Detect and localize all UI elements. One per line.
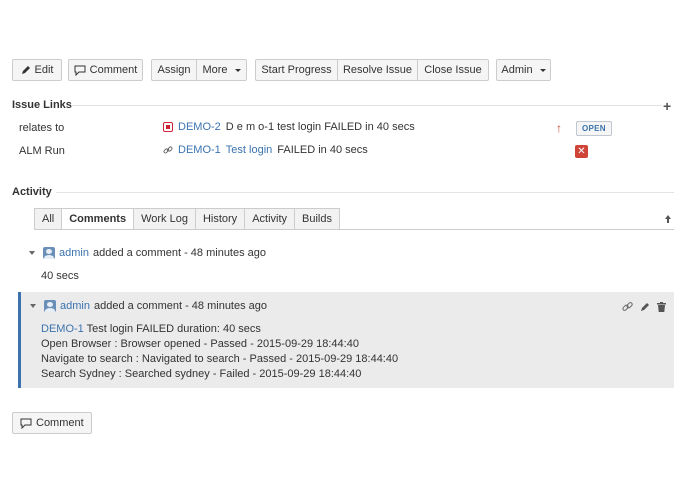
link-type: ALM Run [19, 145, 65, 157]
pencil-icon [21, 66, 30, 74]
comment-label: Comment [89, 64, 138, 76]
sort-order-icon[interactable] [664, 214, 672, 224]
more-label: More [202, 64, 228, 76]
comment-item: admin added a comment - 48 minutes ago 4… [20, 240, 674, 290]
comment-line: Search Sydney : Searched sydney - Failed… [41, 368, 362, 380]
failed-status-icon: ✕ [575, 145, 588, 158]
issue-key-link[interactable]: DEMO-1 [41, 323, 84, 335]
issue-summary: D e m o-1 test login FAILED in 40 secs [225, 121, 415, 133]
comment-body: 40 secs [41, 269, 79, 284]
close-issue-button[interactable]: Close Issue [417, 59, 489, 81]
issue-key-link[interactable]: DEMO-2 [178, 121, 221, 133]
comment-author-link[interactable]: admin [59, 247, 89, 259]
comment-item-focused: admin added a comment - 48 minutes ago D… [18, 292, 674, 388]
comment-header: admin added a comment - 48 minutes ago [30, 300, 267, 312]
collapse-chevron-icon[interactable] [30, 304, 36, 308]
edit-label: Edit [34, 64, 54, 76]
issue-link-row: relates to DEMO-2 D e m o-1 test login F… [0, 118, 695, 140]
add-link-icon[interactable]: + [663, 98, 671, 114]
comment-line: Open Browser : Browser opened - Passed -… [41, 338, 359, 350]
comment-label: Comment [36, 417, 84, 429]
activity-tabs: All Comments Work Log History Activity B… [34, 208, 340, 230]
tab-history[interactable]: History [195, 208, 246, 230]
tab-activity[interactable]: Activity [245, 208, 296, 230]
trash-icon[interactable] [657, 301, 666, 312]
comment-icon [74, 65, 86, 76]
tabs-divider [34, 229, 674, 230]
start-progress-label: Start Progress [261, 64, 332, 76]
bug-icon [163, 122, 173, 132]
avatar [43, 247, 55, 259]
tab-builds[interactable]: Builds [295, 208, 340, 230]
permalink-icon[interactable] [622, 301, 633, 312]
add-comment-button[interactable]: Comment [12, 412, 92, 434]
edit-button[interactable]: Edit [12, 59, 62, 81]
issue-summary: FAILED in 40 secs [277, 144, 368, 156]
comment-line: DEMO-1 Test login FAILED duration: 40 se… [41, 322, 398, 337]
comment-line: Navigate to search : Navigated to search… [41, 353, 399, 365]
tab-work-log[interactable]: Work Log [134, 208, 196, 230]
status-lozenge: OPEN [576, 121, 612, 136]
comment-meta: added a comment - 48 minutes ago [93, 300, 268, 312]
issue-summary-link[interactable]: Test login [226, 144, 272, 156]
linked-issue: DEMO-2 D e m o-1 test login FAILED in 40… [163, 121, 415, 133]
comment-line: 40 secs [41, 270, 79, 282]
assign-label: Assign [157, 64, 191, 76]
caret-down-icon [234, 68, 241, 72]
more-dropdown[interactable]: More [196, 59, 247, 81]
comment-actions [622, 301, 666, 312]
issue-links-heading: Issue Links [12, 99, 72, 111]
link-type: relates to [19, 122, 65, 134]
admin-label: Admin [501, 64, 533, 76]
tab-all[interactable]: All [34, 208, 63, 230]
comment-body: DEMO-1 Test login FAILED duration: 40 se… [41, 322, 398, 382]
resolve-issue-label: Resolve Issue [342, 64, 413, 76]
comment-author-link[interactable]: admin [60, 300, 90, 312]
issue-key-link[interactable]: DEMO-1 [178, 144, 221, 156]
comment-icon [20, 418, 32, 429]
section-divider [72, 105, 662, 106]
resolve-issue-button[interactable]: Resolve Issue [337, 59, 418, 81]
admin-dropdown[interactable]: Admin [496, 59, 551, 81]
avatar [44, 300, 56, 312]
issue-link-row: ALM Run DEMO-1 Test login FAILED in 40 s… [0, 141, 695, 163]
chain-link-icon [163, 146, 173, 154]
tab-comments[interactable]: Comments [62, 208, 135, 230]
activity-heading: Activity [12, 186, 52, 198]
linked-issue: DEMO-1 Test login FAILED in 40 secs [163, 144, 368, 156]
section-divider [56, 192, 674, 193]
comment-text: Test login FAILED duration: 40 secs [86, 323, 261, 335]
assign-button[interactable]: Assign [151, 59, 197, 81]
start-progress-button[interactable]: Start Progress [255, 59, 338, 81]
edit-pencil-icon[interactable] [640, 302, 650, 312]
comment-meta: added a comment - 48 minutes ago [92, 247, 267, 259]
comment-button[interactable]: Comment [68, 59, 143, 81]
comment-header: admin added a comment - 48 minutes ago [29, 247, 266, 259]
collapse-chevron-icon[interactable] [29, 251, 35, 255]
caret-down-icon [539, 68, 546, 72]
priority-arrow-up-icon: ↑ [556, 121, 562, 135]
close-issue-label: Close Issue [424, 64, 482, 76]
